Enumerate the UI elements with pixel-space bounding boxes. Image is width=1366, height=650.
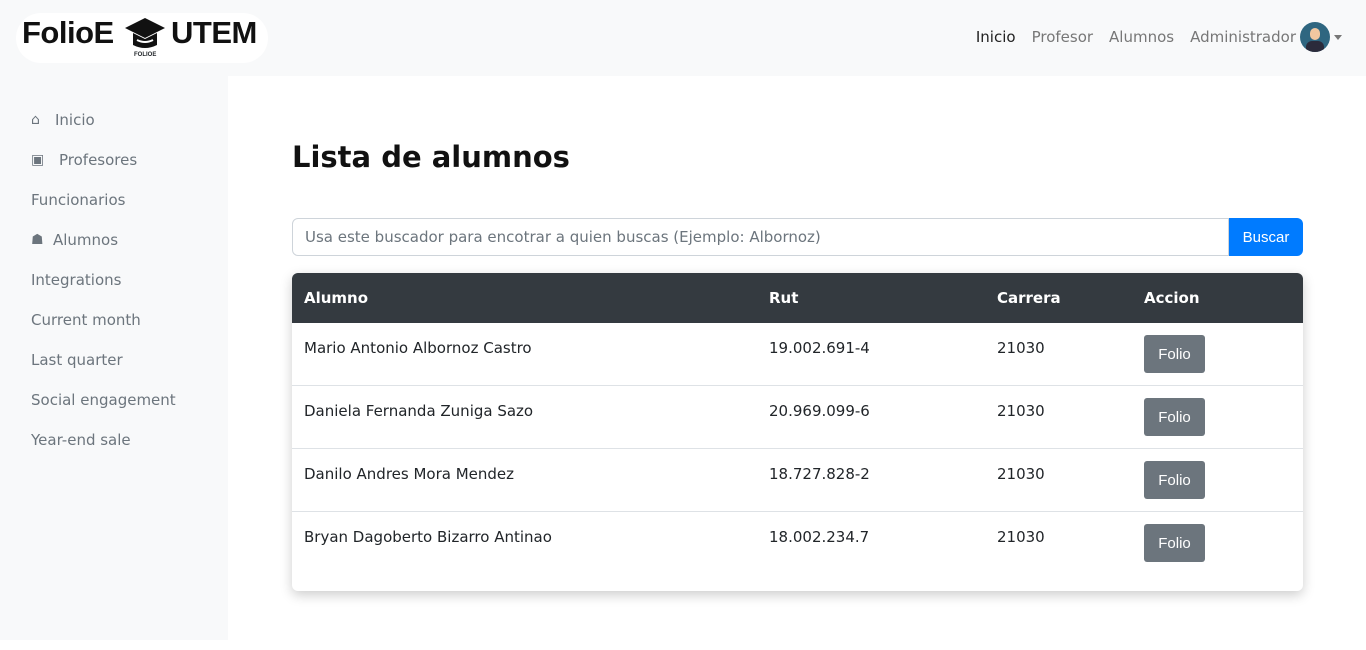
search-form: Buscar bbox=[292, 218, 1303, 256]
cell-rut: 19.002.691-4 bbox=[769, 339, 870, 357]
cell-rut: 18.002.234.7 bbox=[769, 528, 870, 546]
navbar: FolioE UTEM FOLIOE Inicio Profesor Alumn… bbox=[0, 0, 1366, 76]
cell-carrera: 21030 bbox=[997, 465, 1045, 483]
nav-inicio[interactable]: Inicio bbox=[976, 28, 1016, 46]
sidebar-item-label: Social engagement bbox=[31, 391, 176, 409]
cell-name: Daniela Fernanda Zuniga Sazo bbox=[304, 402, 534, 420]
folio-button[interactable]: Folio bbox=[1144, 335, 1205, 373]
avatar[interactable] bbox=[1300, 22, 1330, 52]
cell-carrera: 21030 bbox=[997, 528, 1045, 546]
column-header-accion: Accion bbox=[1144, 289, 1200, 307]
cell-name: Danilo Andres Mora Mendez bbox=[304, 465, 515, 483]
sidebar: ⌂ Inicio ▣ Profesores Funcionarios ☗ Alumno… bbox=[0, 76, 228, 640]
table-row: Bryan Dagoberto Bizarro Antinao 18.002.2… bbox=[292, 512, 1303, 575]
table-row: Mario Antonio Albornoz Castro 19.002.691… bbox=[292, 323, 1303, 386]
main-content: Lista de alumnos Buscar Alumno Rut Carre… bbox=[292, 140, 1303, 591]
user-graduate-icon: ☗ bbox=[31, 232, 44, 248]
search-input[interactable] bbox=[292, 218, 1229, 256]
students-table: Alumno Rut Carrera Accion Mario Antonio … bbox=[292, 273, 1303, 591]
cell-rut: 20.969.099-6 bbox=[769, 402, 870, 420]
sidebar-item-label: Last quarter bbox=[31, 351, 123, 369]
nav-user-menu[interactable]: Administrador bbox=[1190, 28, 1296, 46]
column-header-rut: Rut bbox=[769, 289, 799, 307]
sidebar-item-current-month[interactable]: Current month bbox=[0, 300, 228, 340]
top-nav: Inicio Profesor Alumnos Administrador bbox=[976, 22, 1342, 52]
sidebar-item-label: Alumnos bbox=[53, 231, 119, 249]
column-header-carrera: Carrera bbox=[997, 289, 1061, 307]
sidebar-item-last-quarter[interactable]: Last quarter bbox=[0, 340, 228, 380]
logo-text-left: FolioE bbox=[22, 15, 114, 50]
graduation-cap-icon bbox=[125, 18, 165, 48]
cell-name: Mario Antonio Albornoz Castro bbox=[304, 339, 532, 357]
sidebar-item-label: Year-end sale bbox=[31, 431, 131, 449]
chalkboard-teacher-icon: ▣ bbox=[31, 152, 45, 168]
sidebar-item-label: Funcionarios bbox=[31, 191, 126, 209]
logo[interactable]: FolioE UTEM FOLIOE bbox=[16, 13, 268, 63]
sidebar-item-funcionarios[interactable]: Funcionarios bbox=[0, 180, 228, 220]
table-header: Alumno Rut Carrera Accion bbox=[292, 273, 1303, 323]
nav-alumnos[interactable]: Alumnos bbox=[1109, 28, 1174, 46]
sidebar-item-label: Profesores bbox=[59, 151, 138, 169]
sidebar-item-alumnos[interactable]: ☗ Alumnos bbox=[0, 220, 228, 260]
sidebar-item-integrations[interactable]: Integrations bbox=[0, 260, 228, 300]
sidebar-item-label: Inicio bbox=[55, 111, 95, 129]
sidebar-item-profesores[interactable]: ▣ Profesores bbox=[0, 140, 228, 180]
sidebar-item-label: Current month bbox=[31, 311, 141, 329]
cell-name: Bryan Dagoberto Bizarro Antinao bbox=[304, 528, 552, 546]
page-title: Lista de alumnos bbox=[292, 140, 570, 174]
column-header-alumno: Alumno bbox=[304, 289, 369, 307]
table-row: Daniela Fernanda Zuniga Sazo 20.969.099-… bbox=[292, 386, 1303, 449]
cell-rut: 18.727.828-2 bbox=[769, 465, 870, 483]
logo-text-right: UTEM bbox=[171, 15, 257, 50]
folio-button[interactable]: Folio bbox=[1144, 524, 1205, 562]
cell-carrera: 21030 bbox=[997, 339, 1045, 357]
home-icon: ⌂ bbox=[31, 112, 40, 128]
cell-carrera: 21030 bbox=[997, 402, 1045, 420]
nav-profesor[interactable]: Profesor bbox=[1032, 28, 1093, 46]
sidebar-item-inicio[interactable]: ⌂ Inicio bbox=[0, 100, 228, 140]
search-button[interactable]: Buscar bbox=[1229, 218, 1303, 256]
table-row: Danilo Andres Mora Mendez 18.727.828-2 2… bbox=[292, 449, 1303, 512]
sidebar-item-social-engagement[interactable]: Social engagement bbox=[0, 380, 228, 420]
sidebar-item-year-end-sale[interactable]: Year-end sale bbox=[0, 420, 228, 460]
folio-button[interactable]: Folio bbox=[1144, 461, 1205, 499]
caret-down-icon[interactable] bbox=[1334, 34, 1342, 40]
folio-button[interactable]: Folio bbox=[1144, 398, 1205, 436]
logo-subtext: FOLIOE bbox=[134, 52, 157, 58]
sidebar-item-label: Integrations bbox=[31, 271, 122, 289]
